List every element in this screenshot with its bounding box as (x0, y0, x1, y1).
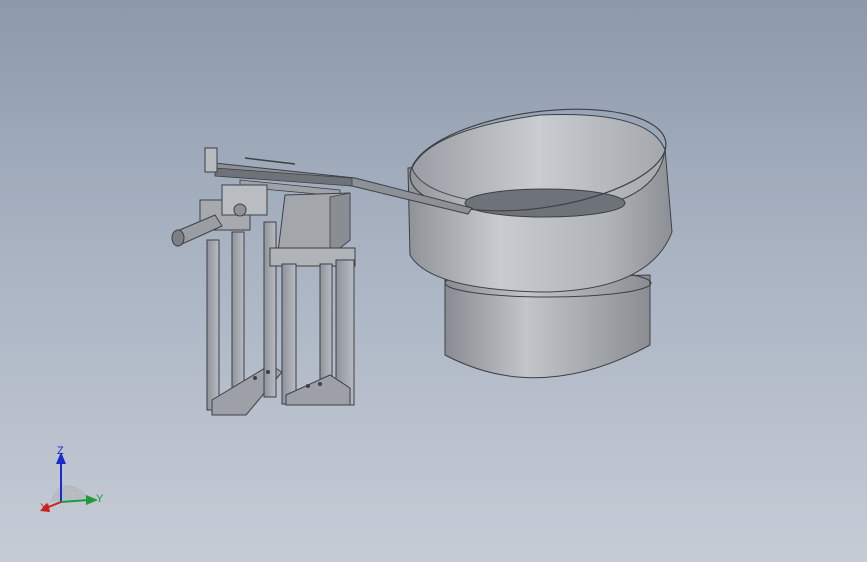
z-axis-label: Z (57, 445, 64, 457)
actuator-cylinder[interactable] (171, 184, 268, 247)
feeder-stand[interactable] (206, 221, 356, 416)
y-axis-label: Y (96, 493, 104, 505)
feeder-chute[interactable] (277, 192, 351, 257)
x-axis-label: X (40, 502, 48, 514)
vibratory-bowl[interactable] (404, 95, 673, 379)
cad-model-scene[interactable] (0, 0, 867, 562)
graphics-viewport[interactable]: Z Y X (0, 0, 867, 562)
